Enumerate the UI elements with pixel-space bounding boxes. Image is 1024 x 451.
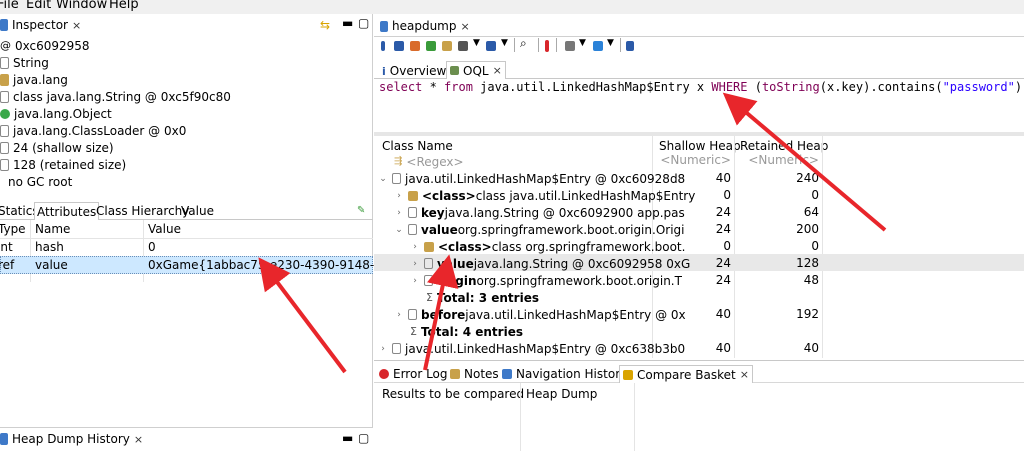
arrow-to-string <box>423 254 459 371</box>
arrow-to-query <box>722 92 887 232</box>
arrow-to-value <box>258 257 347 374</box>
annotation-arrows <box>258 92 887 374</box>
